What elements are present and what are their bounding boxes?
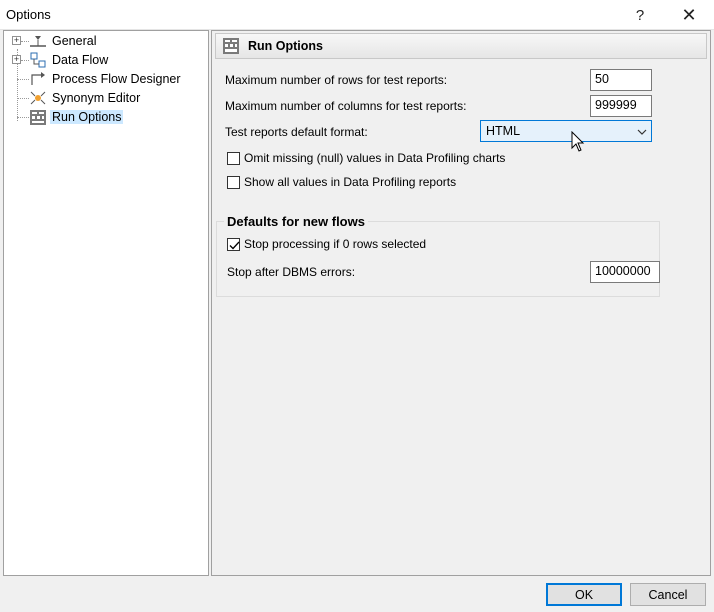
stop-processing-checkbox[interactable] [227, 237, 240, 251]
general-icon [29, 33, 47, 50]
checkmark-icon [229, 241, 240, 249]
help-button[interactable]: ? [618, 0, 662, 30]
expand-icon[interactable]: + [12, 36, 21, 45]
tree-item-label: Process Flow Designer [52, 72, 181, 86]
format-select[interactable]: HTML [480, 120, 652, 142]
window-title: Options [6, 7, 51, 22]
synonym-editor-icon [29, 90, 47, 107]
format-select-value: HTML [486, 124, 521, 138]
tree-item-synonym-editor[interactable]: Synonym Editor [4, 89, 204, 108]
format-label: Test reports default format: [225, 125, 368, 139]
tree-item-label: General [52, 34, 97, 48]
run-options-icon [29, 109, 47, 126]
show-all-label: Show all values in Data Profiling report… [244, 175, 457, 189]
cancel-button[interactable]: Cancel [630, 583, 706, 606]
stop-dbms-label: Stop after DBMS errors: [227, 265, 356, 279]
omit-null-option[interactable]: Omit missing (null) values in Data Profi… [227, 151, 505, 165]
omit-null-checkbox[interactable] [227, 151, 240, 165]
omit-null-label: Omit missing (null) values in Data Profi… [244, 151, 506, 165]
title-bar: Options ? ✕ [0, 0, 714, 30]
tree-item-data-flow[interactable]: + Data Flow [4, 51, 204, 70]
max-rows-label: Maximum number of rows for test reports: [225, 73, 448, 87]
data-flow-icon [29, 52, 47, 69]
ok-button[interactable]: OK [546, 583, 622, 606]
options-tree[interactable]: + General + Data Flow Process Flow Desig… [3, 30, 209, 576]
stop-processing-label: Stop processing if 0 rows selected [244, 237, 427, 251]
tree-item-run-options[interactable]: Run Options [4, 108, 204, 127]
tree-item-label: Data Flow [52, 53, 109, 67]
close-button[interactable]: ✕ [667, 0, 711, 30]
tree-item-label: Run Options [50, 110, 124, 124]
stop-dbms-input[interactable]: 10000000 [590, 261, 660, 283]
tree-item-label: Synonym Editor [52, 91, 141, 105]
process-flow-icon [29, 71, 47, 88]
stop-processing-option[interactable]: Stop processing if 0 rows selected [227, 237, 426, 251]
mouse-cursor-icon [571, 130, 585, 153]
tree-item-process-flow-designer[interactable]: Process Flow Designer [4, 70, 204, 89]
defaults-group [216, 221, 660, 297]
max-cols-label: Maximum number of columns for test repor… [225, 99, 467, 113]
max-cols-input[interactable]: 999999 [590, 95, 652, 117]
settings-panel: Run Options Maximum number of rows for t… [211, 30, 711, 576]
show-all-checkbox[interactable] [227, 175, 240, 189]
panel-title: Run Options [248, 39, 323, 53]
defaults-group-title: Defaults for new flows [224, 214, 368, 229]
tree-item-general[interactable]: + General [4, 32, 204, 51]
chevron-down-icon [637, 126, 647, 136]
show-all-option[interactable]: Show all values in Data Profiling report… [227, 175, 456, 189]
panel-header: Run Options [215, 33, 707, 59]
max-rows-input[interactable]: 50 [590, 69, 652, 91]
run-options-icon [222, 37, 240, 55]
expand-icon[interactable]: + [12, 55, 21, 64]
